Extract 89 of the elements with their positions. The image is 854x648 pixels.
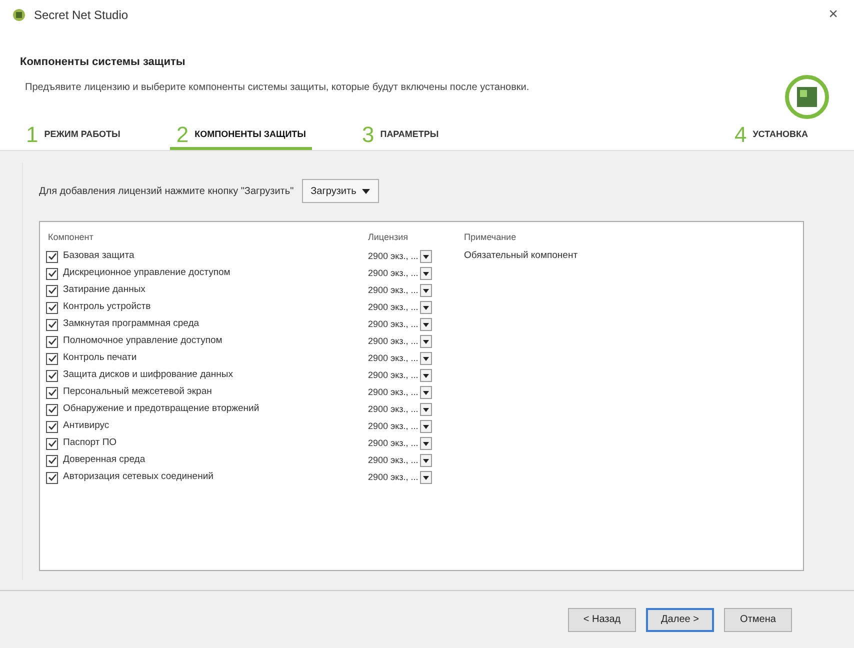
app-icon [12, 8, 26, 22]
license-dropdown-button[interactable] [420, 454, 432, 467]
checkbox[interactable] [46, 336, 58, 348]
license-cell-text: 2900 экз., ... [368, 300, 418, 314]
component-name: Базовая защита [63, 249, 134, 264]
checkbox[interactable] [46, 404, 58, 416]
license-dropdown-button[interactable] [420, 403, 432, 416]
license-cell-text: 2900 экз., ... [368, 436, 418, 450]
license-dropdown-button[interactable] [420, 471, 432, 484]
checkbox[interactable] [46, 268, 58, 280]
license-cell-text: 2900 экз., ... [368, 318, 418, 331]
caret-icon [423, 476, 430, 480]
checkbox[interactable] [46, 318, 58, 330]
component-name: Дискреционное управление доступом [63, 266, 230, 280]
note-cell-text: Обязательный компонент [464, 249, 578, 264]
caret-icon [423, 390, 430, 394]
license-cell-text: 2900 экз., ... [368, 454, 418, 467]
component-name: Паспорт ПО [63, 436, 117, 450]
checkbox[interactable] [46, 438, 58, 450]
caret-icon [423, 424, 430, 428]
license-cell-text: 2900 экз., ... [368, 470, 418, 484]
component-name: Защита дисков и шифрование данных [63, 368, 233, 382]
component-name: Антивирус [63, 419, 110, 434]
caret-icon [423, 272, 430, 276]
license-dropdown-button[interactable] [420, 335, 432, 348]
component-name: Контроль устройств [63, 300, 151, 314]
license-dropdown-button[interactable] [420, 284, 432, 297]
checkbox[interactable] [46, 472, 58, 484]
caret-icon [423, 306, 430, 310]
license-cell-text: 2900 экз., ... [368, 266, 418, 280]
load-dropdown-button[interactable]: Загрузить [302, 179, 380, 203]
checkbox[interactable] [46, 386, 58, 398]
column-header: Компонент [47, 231, 94, 244]
license-dropdown-button[interactable] [420, 250, 432, 263]
caret-icon [423, 442, 430, 446]
caret-icon [423, 254, 430, 258]
page-heading: Компоненты системы защиты [20, 55, 186, 70]
step-tab[interactable]: 3 ПАРАМЕТРЫ [356, 122, 445, 150]
column-header: Примечание [464, 231, 516, 244]
checkbox[interactable] [46, 370, 58, 382]
component-name: Затирание данных [63, 283, 146, 298]
step-tab[interactable]: 4 УСТАНОВКА [728, 122, 814, 150]
component-name: Полномочное управление доступом [63, 334, 222, 348]
license-dropdown-button[interactable] [420, 352, 432, 365]
dialog-button[interactable]: < Назад [568, 608, 636, 632]
caret-icon [423, 408, 430, 412]
close-button[interactable]: × [824, 3, 842, 27]
license-cell-text: 2900 экз., ... [368, 284, 418, 297]
page-description: Предъявите лицензию и выберите компоненты системы защиты, которые будут включены после установки. [25, 80, 530, 94]
component-name: Авторизация сетевых соединений [63, 470, 214, 484]
license-cell-text: 2900 экз., ... [368, 420, 418, 433]
license-cell-text: 2900 экз., ... [368, 368, 418, 382]
license-cell-text: 2900 экз., ... [368, 250, 418, 263]
caret-icon [423, 340, 430, 344]
dialog-button[interactable]: Отмена [724, 608, 792, 632]
license-cell-text: 2900 экз., ... [368, 352, 418, 365]
product-logo-icon [784, 74, 830, 120]
license-dropdown-button[interactable] [420, 267, 432, 280]
checkbox[interactable] [46, 284, 58, 296]
caret-icon [423, 374, 430, 378]
license-hint: Для добавления лицензий нажмите кнопку "Загрузить" [39, 184, 294, 198]
component-name: Обнаружение и предотвращение вторжений [63, 402, 260, 416]
column-header: Лицензия [368, 231, 409, 244]
license-dropdown-button[interactable] [420, 301, 432, 314]
license-dropdown-button[interactable] [420, 318, 432, 331]
license-dropdown-button[interactable] [420, 437, 432, 450]
component-name: Замкнутая программная среда [63, 317, 200, 332]
caret-icon [423, 288, 430, 292]
component-name: Доверенная среда [63, 453, 146, 468]
license-dropdown-button[interactable] [420, 420, 432, 433]
component-name: Контроль печати [63, 351, 137, 366]
caret-icon [423, 458, 430, 462]
checkbox[interactable] [46, 352, 58, 364]
license-cell-text: 2900 экз., ... [368, 386, 418, 399]
license-dropdown-button[interactable] [420, 386, 432, 399]
component-name: Персональный межсетевой экран [63, 385, 212, 400]
license-dropdown-button[interactable] [420, 369, 432, 382]
license-cell-text: 2900 экз., ... [368, 334, 418, 348]
caret-icon [423, 322, 430, 326]
checkbox[interactable] [46, 250, 58, 262]
checkbox[interactable] [46, 420, 58, 432]
dialog-button[interactable]: Далее > [646, 608, 714, 632]
license-cell-text: 2900 экз., ... [368, 402, 418, 416]
step-tab[interactable]: 1 РЕЖИМ РАБОТЫ [20, 122, 126, 150]
window-title: Secret Net Studio [34, 7, 128, 24]
checkbox[interactable] [46, 302, 58, 314]
caret-icon [423, 356, 430, 360]
caret-icon [362, 188, 370, 194]
checkbox[interactable] [46, 454, 58, 466]
